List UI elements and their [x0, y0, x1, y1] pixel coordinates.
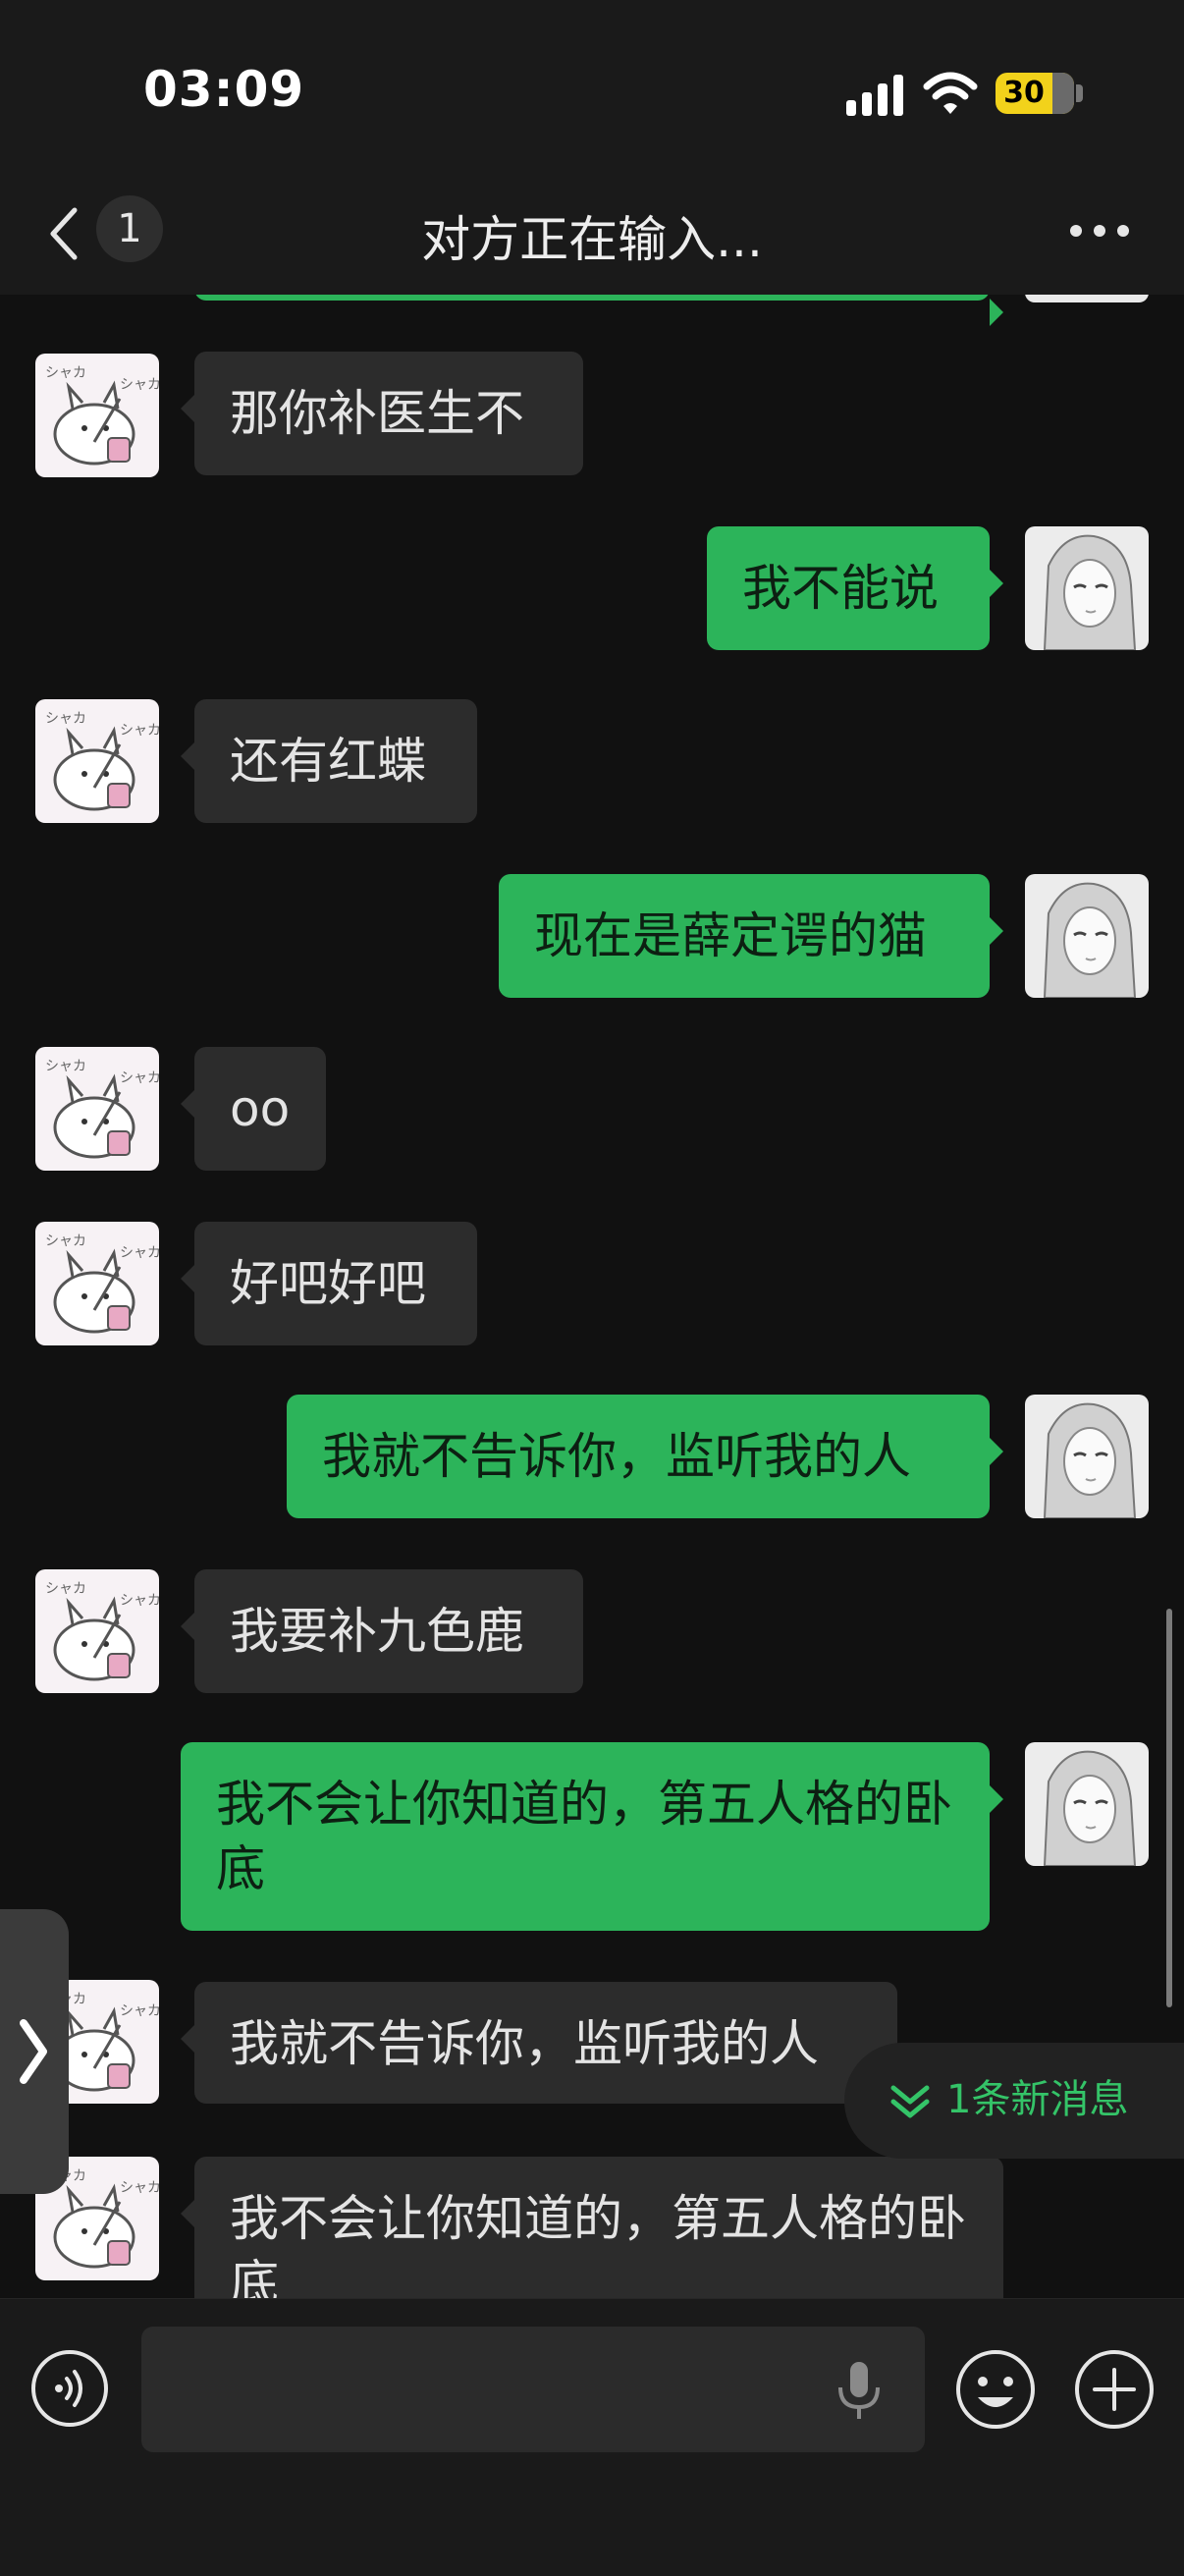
svg-text:シャカ: シャカ — [45, 1059, 86, 1074]
svg-text:シャカ: シャカ — [120, 1593, 159, 1609]
microphone-icon[interactable] — [836, 2360, 882, 2421]
my-avatar[interactable] — [1025, 295, 1149, 302]
contact-avatar[interactable]: シャカシャカ — [35, 1222, 159, 1345]
my-avatar[interactable] — [1025, 874, 1149, 998]
message-bubble-incoming[interactable]: 好吧好吧 — [181, 1222, 477, 1345]
status-time: 03:09 — [143, 61, 305, 118]
my-avatar[interactable] — [1025, 1742, 1149, 1866]
message-bubble-incoming[interactable]: oo — [181, 1047, 326, 1171]
contact-avatar[interactable]: シャカシャカ — [35, 1047, 159, 1171]
more-options-icon[interactable] — [1070, 221, 1129, 241]
contact-avatar[interactable]: シャカシャカ — [35, 354, 159, 477]
message-bubble-incoming[interactable]: 那你补医生不 — [181, 352, 583, 475]
svg-text:シャカ: シャカ — [45, 365, 86, 381]
message-bubble-incoming[interactable]: 我不会让你知道的，第五人格的卧底 — [181, 2157, 1003, 2298]
chevron-right-icon — [20, 2019, 47, 2084]
message-bubble-outgoing[interactable]: 我不会让你知道的，第五人格的卧底 — [181, 1742, 1003, 1931]
svg-text:シャカ: シャカ — [45, 1233, 86, 1249]
message-bubble-outgoing[interactable] — [194, 295, 1003, 326]
emoji-icon[interactable] — [954, 2348, 1037, 2431]
chat-title: 对方正在输入... — [421, 211, 763, 268]
back-chevron-icon[interactable] — [45, 204, 84, 263]
new-message-notice[interactable]: 1条新消息 — [844, 2043, 1184, 2159]
message-input[interactable] — [141, 2327, 925, 2452]
svg-text:シャカ: シャカ — [120, 377, 159, 393]
svg-text:シャカ: シャカ — [120, 723, 159, 739]
my-avatar[interactable] — [1025, 526, 1149, 650]
message-list[interactable]: シャカ シャカ 那你补医生不 我不能说 シャカ シャカ 还有红蝶 现在是薛定谔的猫 … — [0, 295, 1184, 2298]
voice-mode-icon[interactable] — [29, 2348, 110, 2429]
svg-text:シャカ: シャカ — [120, 2003, 159, 2019]
battery-icon: 30 — [996, 73, 1074, 114]
cellular-signal-icon — [846, 75, 905, 116]
svg-text:シャカ: シャカ — [45, 1581, 86, 1597]
wifi-icon — [923, 72, 978, 114]
message-bubble-outgoing[interactable]: 现在是薛定谔的猫 — [499, 874, 1003, 998]
unread-badge[interactable]: 1 — [96, 195, 163, 262]
svg-text:シャカ: シャカ — [120, 1070, 159, 1086]
message-bubble-outgoing[interactable]: 我不能说 — [707, 526, 1003, 650]
contact-avatar[interactable]: シャカシャカ — [35, 1569, 159, 1693]
svg-text:シャカ: シャカ — [120, 2180, 159, 2196]
message-bubble-incoming[interactable]: 我要补九色鹿 — [181, 1569, 583, 1693]
message-bubble-incoming[interactable]: 还有红蝶 — [181, 699, 477, 823]
scrollbar[interactable] — [1166, 1609, 1172, 2007]
status-bar: 03:09 30 — [0, 0, 1184, 177]
contact-avatar[interactable]: シャカシャカ — [35, 699, 159, 823]
input-bar — [0, 2298, 1184, 2576]
svg-text:シャカ: シャカ — [120, 1245, 159, 1261]
my-avatar[interactable] — [1025, 1395, 1149, 1518]
plus-icon[interactable] — [1073, 2348, 1156, 2431]
message-bubble-incoming[interactable]: 我就不告诉你，监听我的人 — [181, 1982, 897, 2104]
double-chevron-down-icon — [890, 2085, 930, 2118]
svg-text:シャカ: シャカ — [45, 711, 86, 727]
battery-level: 30 — [1003, 76, 1045, 110]
side-drawer-handle[interactable] — [0, 1909, 69, 2194]
new-message-label: 1条新消息 — [946, 2077, 1129, 2122]
message-bubble-outgoing[interactable]: 我就不告诉你，监听我的人 — [287, 1395, 1003, 1518]
